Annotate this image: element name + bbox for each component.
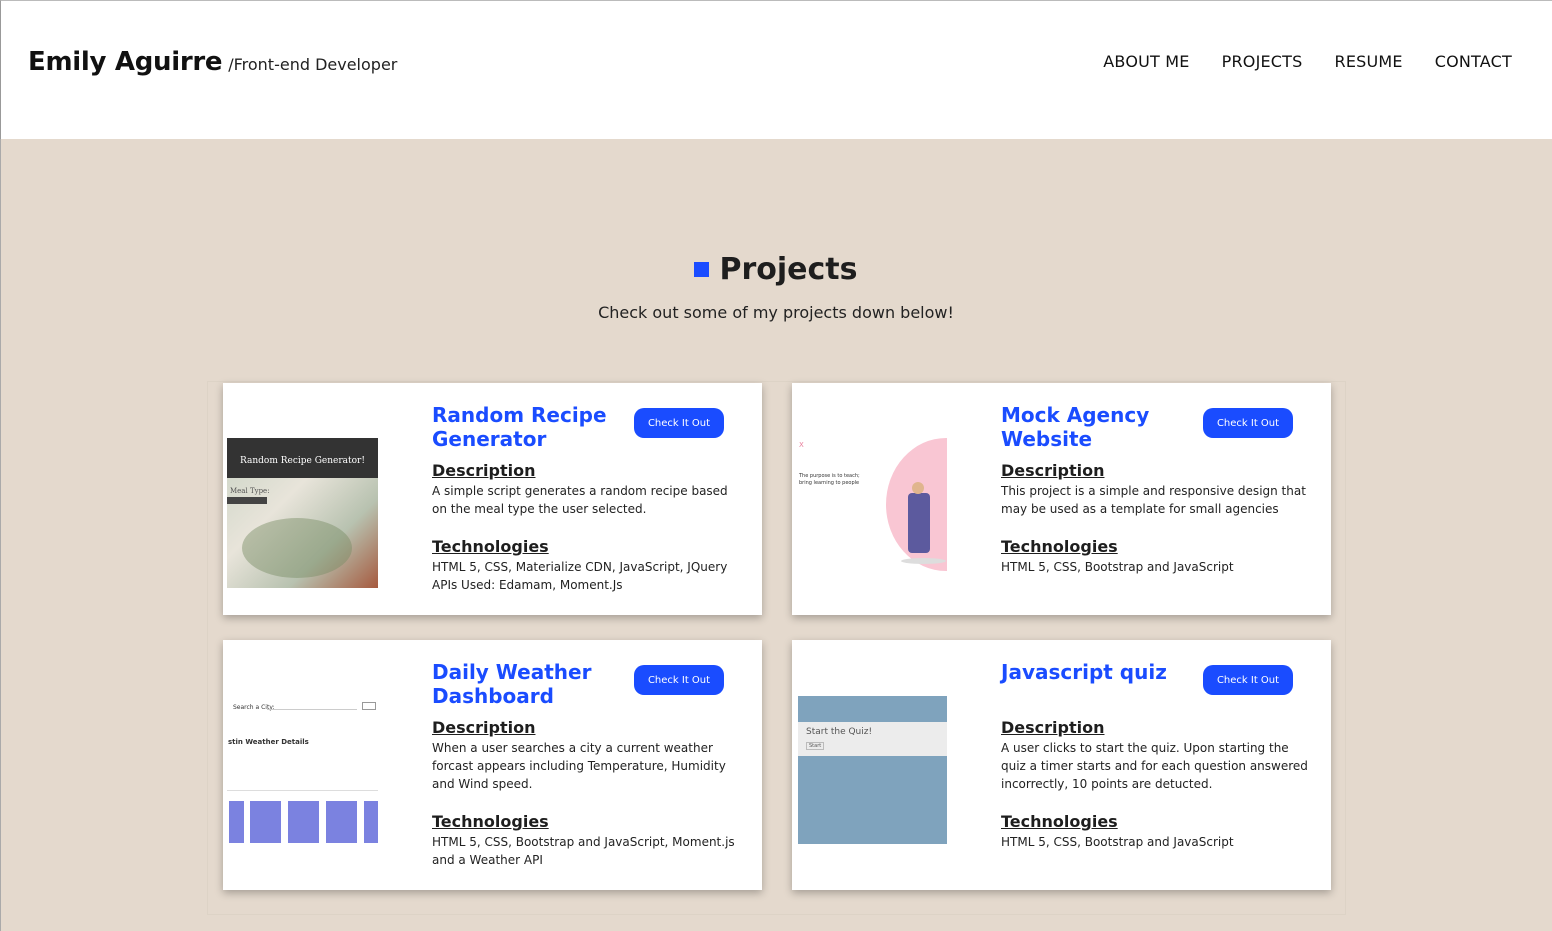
thumb-details: stin Weather Details [228, 738, 309, 746]
project-title: Javascript quiz [1001, 660, 1167, 684]
project-card-quiz: Start the Quiz! Start Javascript quiz Ch… [792, 640, 1331, 890]
site-header: Emily Aguirre /Front-end Developer ABOUT… [0, 0, 1552, 139]
description-heading: Description [1001, 461, 1105, 480]
project-thumbnail: Start the Quiz! Start [798, 696, 947, 844]
project-title: Mock Agency Website [1001, 403, 1150, 451]
project-title: Daily Weather Dashboard [432, 660, 592, 708]
section-subtitle: Check out some of my projects down below… [598, 303, 954, 322]
project-description: A simple script generates a random recip… [432, 484, 728, 516]
project-description: This project is a simple and responsive … [1001, 484, 1306, 516]
main-nav: ABOUT ME PROJECTS RESUME CONTACT [1103, 52, 1512, 71]
nav-contact[interactable]: CONTACT [1435, 52, 1512, 71]
nav-projects[interactable]: PROJECTS [1222, 52, 1303, 71]
description-heading: Description [432, 718, 536, 737]
nav-resume[interactable]: RESUME [1335, 52, 1403, 71]
project-description: A user clicks to start the quiz. Upon st… [1001, 741, 1308, 791]
project-technologies: HTML 5, CSS, Materialize CDN, JavaScript… [432, 560, 728, 592]
check-it-out-button[interactable]: Check It Out [1203, 665, 1293, 695]
description-heading: Description [432, 461, 536, 480]
brand-name: Emily Aguirre [28, 47, 223, 77]
check-it-out-button[interactable]: Check It Out [634, 665, 724, 695]
technologies-heading: Technologies [1001, 537, 1118, 556]
description-heading: Description [1001, 718, 1105, 737]
thumb-text: The purpose is to teach; bring learning … [799, 473, 860, 486]
project-technologies: HTML 5, CSS, Bootstrap and JavaScript, M… [432, 835, 735, 867]
technologies-heading: Technologies [432, 537, 549, 556]
project-technologies: HTML 5, CSS, Bootstrap and JavaScript [1001, 560, 1234, 574]
brand-role: /Front-end Developer [228, 55, 398, 74]
thumb-heading: Random Recipe Generator! [240, 456, 365, 466]
project-thumbnail: Random Recipe Generator! Meal Type: [227, 438, 378, 588]
nav-about-me[interactable]: ABOUT ME [1103, 52, 1189, 71]
technologies-heading: Technologies [432, 812, 549, 831]
project-title: Random Recipe Generator [432, 403, 607, 451]
project-description: When a user searches a city a current we… [432, 741, 726, 791]
project-thumbnail: X The purpose is to teach; bring learnin… [796, 438, 947, 571]
project-card-agency: X The purpose is to teach; bring learnin… [792, 383, 1331, 615]
brand[interactable]: Emily Aguirre /Front-end Developer [28, 47, 397, 77]
project-card-recipe: Random Recipe Generator! Meal Type: Rand… [223, 383, 762, 615]
section-title-text: Projects [719, 252, 858, 287]
project-technologies: HTML 5, CSS, Bootstrap and JavaScript [1001, 835, 1234, 849]
section-header: Projects [0, 252, 1552, 287]
check-it-out-button[interactable]: Check It Out [1203, 408, 1293, 438]
technologies-heading: Technologies [1001, 812, 1118, 831]
thumb-start-button: Start [806, 742, 825, 750]
project-thumbnail: Search a City: stin Weather Details [227, 695, 378, 847]
section-title: Projects [694, 252, 858, 287]
thumb-label: Meal Type: [230, 487, 270, 495]
square-icon [694, 262, 710, 277]
check-it-out-button[interactable]: Check It Out [634, 408, 724, 438]
project-card-weather: Search a City: stin Weather Details Dail… [223, 640, 762, 890]
thumb-heading: Start the Quiz! [806, 727, 873, 737]
